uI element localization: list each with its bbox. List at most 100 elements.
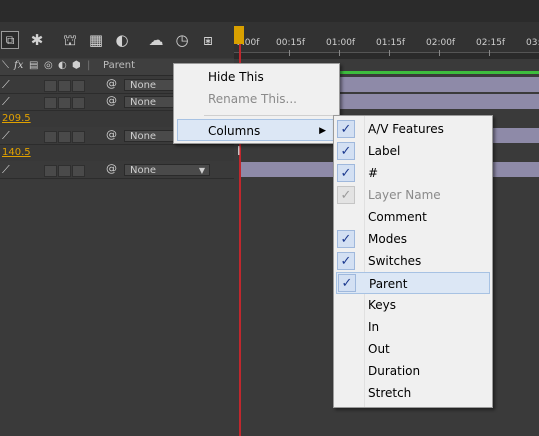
pick-whip-icon[interactable]: @ — [106, 77, 117, 90]
pen-icon: ⟋ — [2, 129, 10, 142]
checkmark-icon: ✓ — [337, 142, 355, 160]
ruler-tick-label: 02:00f — [426, 38, 456, 48]
panel-tab-strip — [0, 0, 539, 23]
columns-submenu: ✓ A/V Features ✓ Label ✓ # ✓ Layer Name … — [333, 115, 493, 408]
switch-box[interactable] — [58, 80, 71, 92]
submenu-item-label: Layer Name — [368, 188, 441, 202]
checkmark-icon: ✓ — [337, 186, 355, 204]
menu-item-hide-this[interactable]: Hide This — [174, 66, 339, 88]
time-navigator[interactable] — [234, 52, 539, 59]
current-time-indicator[interactable] — [234, 26, 244, 44]
submenu-item-label: # — [368, 166, 379, 180]
menu-separator — [204, 115, 337, 116]
frame-blend-column-icon: ▤ — [29, 60, 39, 71]
ruler-tick-label: 03: — [526, 38, 539, 48]
menu-item-label: Rename This... — [208, 92, 297, 106]
switch-box[interactable] — [58, 131, 71, 143]
parent-column-header[interactable]: Parent — [103, 60, 135, 71]
submenu-item-label: A/V Features — [368, 122, 444, 136]
parent-dropdown-value: None — [130, 131, 157, 142]
column-toggle-comment[interactable]: Comment — [334, 206, 492, 228]
composition-mini-flowchart-icon[interactable]: ⧉ — [1, 31, 19, 49]
motion-blur-column-icon: ◎ — [44, 60, 53, 71]
adjustment-column-icon: ◐ — [58, 60, 67, 71]
switch-box[interactable] — [72, 165, 85, 177]
ruler-tick-label: 02:15f — [476, 38, 506, 48]
switch-box[interactable] — [44, 131, 57, 143]
menu-item-rename-this: Rename This... — [174, 88, 339, 110]
switch-box[interactable] — [72, 80, 85, 92]
pick-whip-icon[interactable]: @ — [106, 94, 117, 107]
column-toggle-layer-name: ✓ Layer Name — [334, 184, 492, 206]
ruler-tick-mark — [439, 50, 440, 56]
checkmark-icon: ✓ — [337, 164, 355, 182]
submenu-item-label: Out — [368, 342, 390, 356]
pen-icon: ⟋ — [2, 95, 10, 108]
checkmark-icon: ✓ — [337, 120, 355, 138]
timeline-toolbar: ⧉ ✱ ⛫ ▦ ◐ ☁ ◷ ⧆ — [0, 22, 234, 58]
ruler-tick-label: 01:15f — [376, 38, 406, 48]
graph-editor-icon[interactable]: ⧆ — [198, 30, 218, 50]
layer-row[interactable]: ⟋ @ None ▼ — [0, 162, 234, 179]
parent-dropdown-value: None — [130, 97, 157, 108]
submenu-item-label: Switches — [368, 254, 422, 268]
column-toggle-modes[interactable]: ✓ Modes — [334, 228, 492, 250]
frame-blending-icon[interactable]: ▦ — [86, 30, 106, 50]
column-toggle-keys[interactable]: Keys — [334, 294, 492, 316]
checkmark-icon: ✓ — [337, 230, 355, 248]
ruler-tick-mark — [289, 50, 290, 56]
column-toggle-switches[interactable]: ✓ Switches — [334, 250, 492, 272]
submenu-item-label: Duration — [368, 364, 421, 378]
switch-box[interactable] — [44, 97, 57, 109]
column-toggle-number[interactable]: ✓ # — [334, 162, 492, 184]
submenu-item-label: Parent — [369, 277, 408, 291]
fx-column-label: fx — [14, 60, 24, 71]
text-cursor-icon: I — [237, 144, 241, 158]
ruler-tick-label: 01:00f — [326, 38, 356, 48]
dropdown-arrow-icon: ▼ — [198, 166, 205, 175]
ruler-tick-mark — [339, 50, 340, 56]
submenu-item-label: Comment — [368, 210, 427, 224]
switch-box[interactable] — [72, 131, 85, 143]
property-value[interactable]: 140.5 — [0, 145, 234, 161]
switch-box[interactable] — [44, 165, 57, 177]
ruler-tick-mark — [489, 50, 490, 56]
column-toggle-stretch[interactable]: Stretch — [334, 382, 492, 404]
hide-shy-layers-icon[interactable]: ⛫ — [60, 30, 80, 50]
parent-dropdown[interactable]: None ▼ — [124, 164, 210, 176]
pen-icon: ⟋ — [2, 163, 10, 176]
ruler-tick-label: 00:15f — [276, 38, 306, 48]
checkmark-icon: ✓ — [337, 252, 355, 270]
pen-icon: ⟋ — [2, 78, 10, 91]
column-divider: | — [87, 60, 91, 71]
submenu-arrow-icon: ▶ — [319, 126, 326, 136]
ruler-tick-mark — [389, 50, 390, 56]
brainstorm-icon[interactable]: ☁ — [146, 30, 166, 50]
draft-3d-icon[interactable]: ✱ — [27, 30, 47, 50]
menu-item-columns[interactable]: Columns ▶ — [177, 119, 335, 141]
parent-dropdown-value: None — [130, 80, 157, 91]
switch-box[interactable] — [72, 97, 85, 109]
menu-item-label: Hide This — [208, 70, 264, 84]
3d-layer-column-icon: ⬢ — [72, 60, 81, 71]
submenu-item-label: Keys — [368, 298, 397, 312]
column-toggle-in[interactable]: In — [334, 316, 492, 338]
auto-keyframe-icon[interactable]: ◷ — [172, 30, 192, 50]
switch-box[interactable] — [44, 80, 57, 92]
column-toggle-av-features[interactable]: ✓ A/V Features — [334, 118, 492, 140]
motion-blur-icon[interactable]: ◐ — [112, 30, 132, 50]
pick-whip-icon[interactable]: @ — [106, 162, 117, 175]
submenu-item-label: Modes — [368, 232, 407, 246]
switch-box[interactable] — [58, 97, 71, 109]
menu-item-label: Columns — [208, 124, 261, 138]
column-toggle-duration[interactable]: Duration — [334, 360, 492, 382]
column-toggle-parent[interactable]: ✓ Parent — [336, 272, 490, 294]
column-toggle-label[interactable]: ✓ Label — [334, 140, 492, 162]
column-toggle-out[interactable]: Out — [334, 338, 492, 360]
submenu-item-label: Stretch — [368, 386, 412, 400]
submenu-item-label: In — [368, 320, 380, 334]
checkmark-icon: ✓ — [338, 274, 356, 292]
switch-box[interactable] — [58, 165, 71, 177]
pick-whip-icon[interactable]: @ — [106, 128, 117, 141]
comment-column-icon: ⟍ — [2, 60, 9, 71]
